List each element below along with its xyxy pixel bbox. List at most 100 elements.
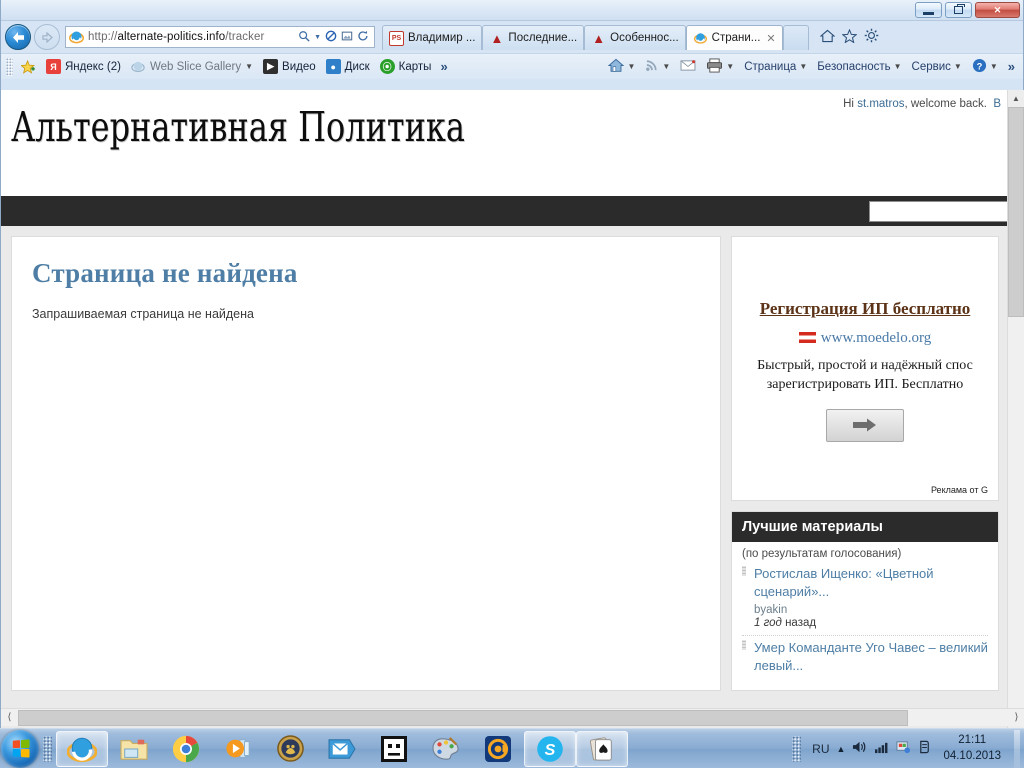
material-author[interactable]: byakin — [754, 604, 988, 616]
welcome-message: Hi st.matros, welcome back. В — [843, 98, 1001, 110]
svg-text:?: ? — [976, 61, 982, 71]
tray-grip[interactable] — [792, 735, 802, 762]
address-text: http://alternate-politics.info/tracker — [88, 31, 265, 43]
browser-window: ✕ http://alternate-politics.info/tracker… — [0, 0, 1024, 728]
advertisement-block: Регистрация ИП бесплатно www.moedelo.org… — [731, 236, 999, 501]
taskbar-mail-client[interactable] — [316, 731, 368, 767]
chevron-down-icon[interactable]: ▼ — [245, 62, 253, 71]
sidebar: Регистрация ИП бесплатно www.moedelo.org… — [731, 236, 999, 691]
ad-cta-button[interactable] — [826, 408, 904, 442]
favorites-overflow-icon[interactable]: » — [436, 59, 451, 74]
favorite-maps[interactable]: ⦿ Карты — [375, 57, 437, 76]
ad-url[interactable]: www.moedelo.org — [821, 330, 931, 346]
home-icon[interactable] — [819, 29, 836, 46]
favorite-disk[interactable]: ● Диск — [321, 57, 375, 76]
show-hidden-icons[interactable]: ▲ — [837, 744, 846, 754]
minimize-button[interactable] — [915, 2, 942, 18]
inprivate-filter-icon[interactable] — [325, 30, 337, 44]
address-bar[interactable]: http://alternate-politics.info/tracker ▼ — [65, 26, 375, 48]
site-search-box[interactable] — [869, 201, 1009, 222]
feeds-button[interactable]: ▼ — [641, 56, 674, 77]
language-indicator[interactable]: RU — [812, 742, 829, 756]
taskbar-solitaire[interactable] — [576, 730, 628, 767]
show-desktop-button[interactable] — [1014, 729, 1020, 768]
scroll-up-button[interactable]: ▲ — [1008, 90, 1024, 107]
vertical-scroll-thumb[interactable] — [1008, 107, 1024, 317]
chevron-down-icon[interactable]: ▼ — [894, 62, 902, 71]
refresh-icon[interactable] — [357, 30, 369, 44]
taskbar-game-shield[interactable] — [264, 731, 316, 767]
playing-card-icon — [589, 736, 612, 761]
favorite-label: Web Slice Gallery — [149, 60, 242, 73]
scroll-right-button[interactable]: ⟩ — [1008, 709, 1024, 727]
page-horizontal-scrollbar[interactable]: ⟨ ⟩ — [1, 708, 1024, 726]
chevron-down-icon[interactable]: ▼ — [726, 62, 734, 71]
chevron-down-icon[interactable]: ▼ — [314, 34, 321, 41]
back-button[interactable] — [5, 24, 31, 50]
tab-2[interactable]: ▲ Особеннос... — [584, 25, 686, 50]
favorite-label: Яндекс (2) — [65, 60, 121, 73]
favorites-star-icon[interactable] — [841, 28, 858, 46]
username-link[interactable]: st.matros — [857, 98, 904, 110]
volume-icon[interactable] — [852, 740, 867, 757]
forward-button[interactable] — [34, 24, 60, 50]
close-button[interactable]: ✕ — [975, 2, 1020, 18]
horizontal-scroll-thumb[interactable] — [18, 709, 908, 726]
material-title-link[interactable]: Умер Команданте Уго Чавес – великий левы… — [754, 639, 988, 676]
tab-0[interactable]: PS Владимир ... — [382, 25, 483, 50]
yandex-icon: Я — [46, 59, 61, 74]
site-search-input[interactable] — [870, 202, 1008, 221]
scroll-left-button[interactable]: ⟨ — [1, 709, 18, 727]
taskbar-grip[interactable] — [43, 735, 52, 762]
security-menu-label: Безопасность — [817, 60, 891, 73]
clock[interactable]: 21:11 04.10.2013 — [939, 733, 1007, 764]
favorite-video[interactable]: ▶ Видео — [258, 57, 321, 76]
compatibility-view-icon[interactable] — [341, 30, 353, 44]
input-device-icon[interactable] — [918, 740, 932, 757]
austria-flag-icon — [798, 332, 816, 343]
help-button[interactable]: ? ▼ — [968, 56, 1002, 78]
ps-icon: PS — [389, 30, 404, 46]
material-title-link[interactable]: Ростислав Ищенко: «Цветной сценарий»... — [754, 565, 988, 602]
security-menu[interactable]: Безопасность ▼ — [813, 59, 905, 75]
new-tab-button[interactable] — [782, 25, 809, 50]
network-icon[interactable] — [874, 741, 889, 757]
restore-button[interactable] — [945, 2, 972, 18]
page-vertical-scrollbar[interactable]: ▲ ▼ — [1007, 90, 1024, 728]
taskbar-face-app[interactable] — [368, 731, 420, 767]
chevron-down-icon[interactable]: ▼ — [662, 62, 670, 71]
taskbar-paint[interactable] — [420, 731, 472, 767]
start-button[interactable] — [1, 729, 39, 768]
taskbar-media-player[interactable] — [212, 731, 264, 767]
home-button[interactable]: ▼ — [604, 56, 639, 78]
mail-button[interactable] — [676, 57, 700, 77]
search-icon[interactable] — [298, 30, 310, 44]
taskbar-mail-agent[interactable] — [472, 731, 524, 767]
print-button[interactable]: ▼ — [702, 56, 738, 78]
tab-close-icon[interactable]: ✕ — [766, 32, 775, 45]
welcome-trailing-link[interactable]: В — [993, 98, 1001, 110]
taskbar-skype[interactable]: S — [524, 730, 576, 767]
tools-menu[interactable]: Сервис ▼ — [908, 59, 966, 75]
vertical-scroll-track[interactable] — [1008, 317, 1024, 711]
favorite-web-slice-gallery[interactable]: Web Slice Gallery ▼ — [126, 57, 258, 76]
favorite-yandex[interactable]: Я Яндекс (2) — [41, 57, 126, 76]
tab-1[interactable]: ▲ Последние... — [482, 25, 585, 50]
tools-gear-icon[interactable] — [864, 28, 879, 46]
toolbar-grip[interactable] — [6, 57, 13, 76]
page-menu[interactable]: Страница ▼ — [740, 59, 811, 75]
command-bar-overflow-icon[interactable]: » — [1004, 59, 1019, 74]
site-logo[interactable]: Альтернативная Политика — [11, 107, 465, 148]
list-item: Ростислав Ищенко: «Цветной сценарий»... … — [742, 562, 988, 636]
chevron-down-icon[interactable]: ▼ — [954, 62, 962, 71]
chevron-down-icon[interactable]: ▼ — [627, 62, 635, 71]
tab-3[interactable]: Страни... ✕ — [685, 25, 783, 50]
chevron-down-icon[interactable]: ▼ — [990, 62, 998, 71]
chevron-down-icon[interactable]: ▼ — [799, 62, 807, 71]
taskbar-internet-explorer[interactable] — [56, 730, 108, 767]
add-to-favorites-button[interactable] — [16, 57, 41, 76]
action-center-icon[interactable] — [896, 740, 911, 757]
taskbar-google-chrome[interactable] — [160, 731, 212, 767]
ad-title[interactable]: Регистрация ИП бесплатно — [744, 299, 986, 319]
taskbar-windows-explorer[interactable] — [108, 731, 160, 767]
